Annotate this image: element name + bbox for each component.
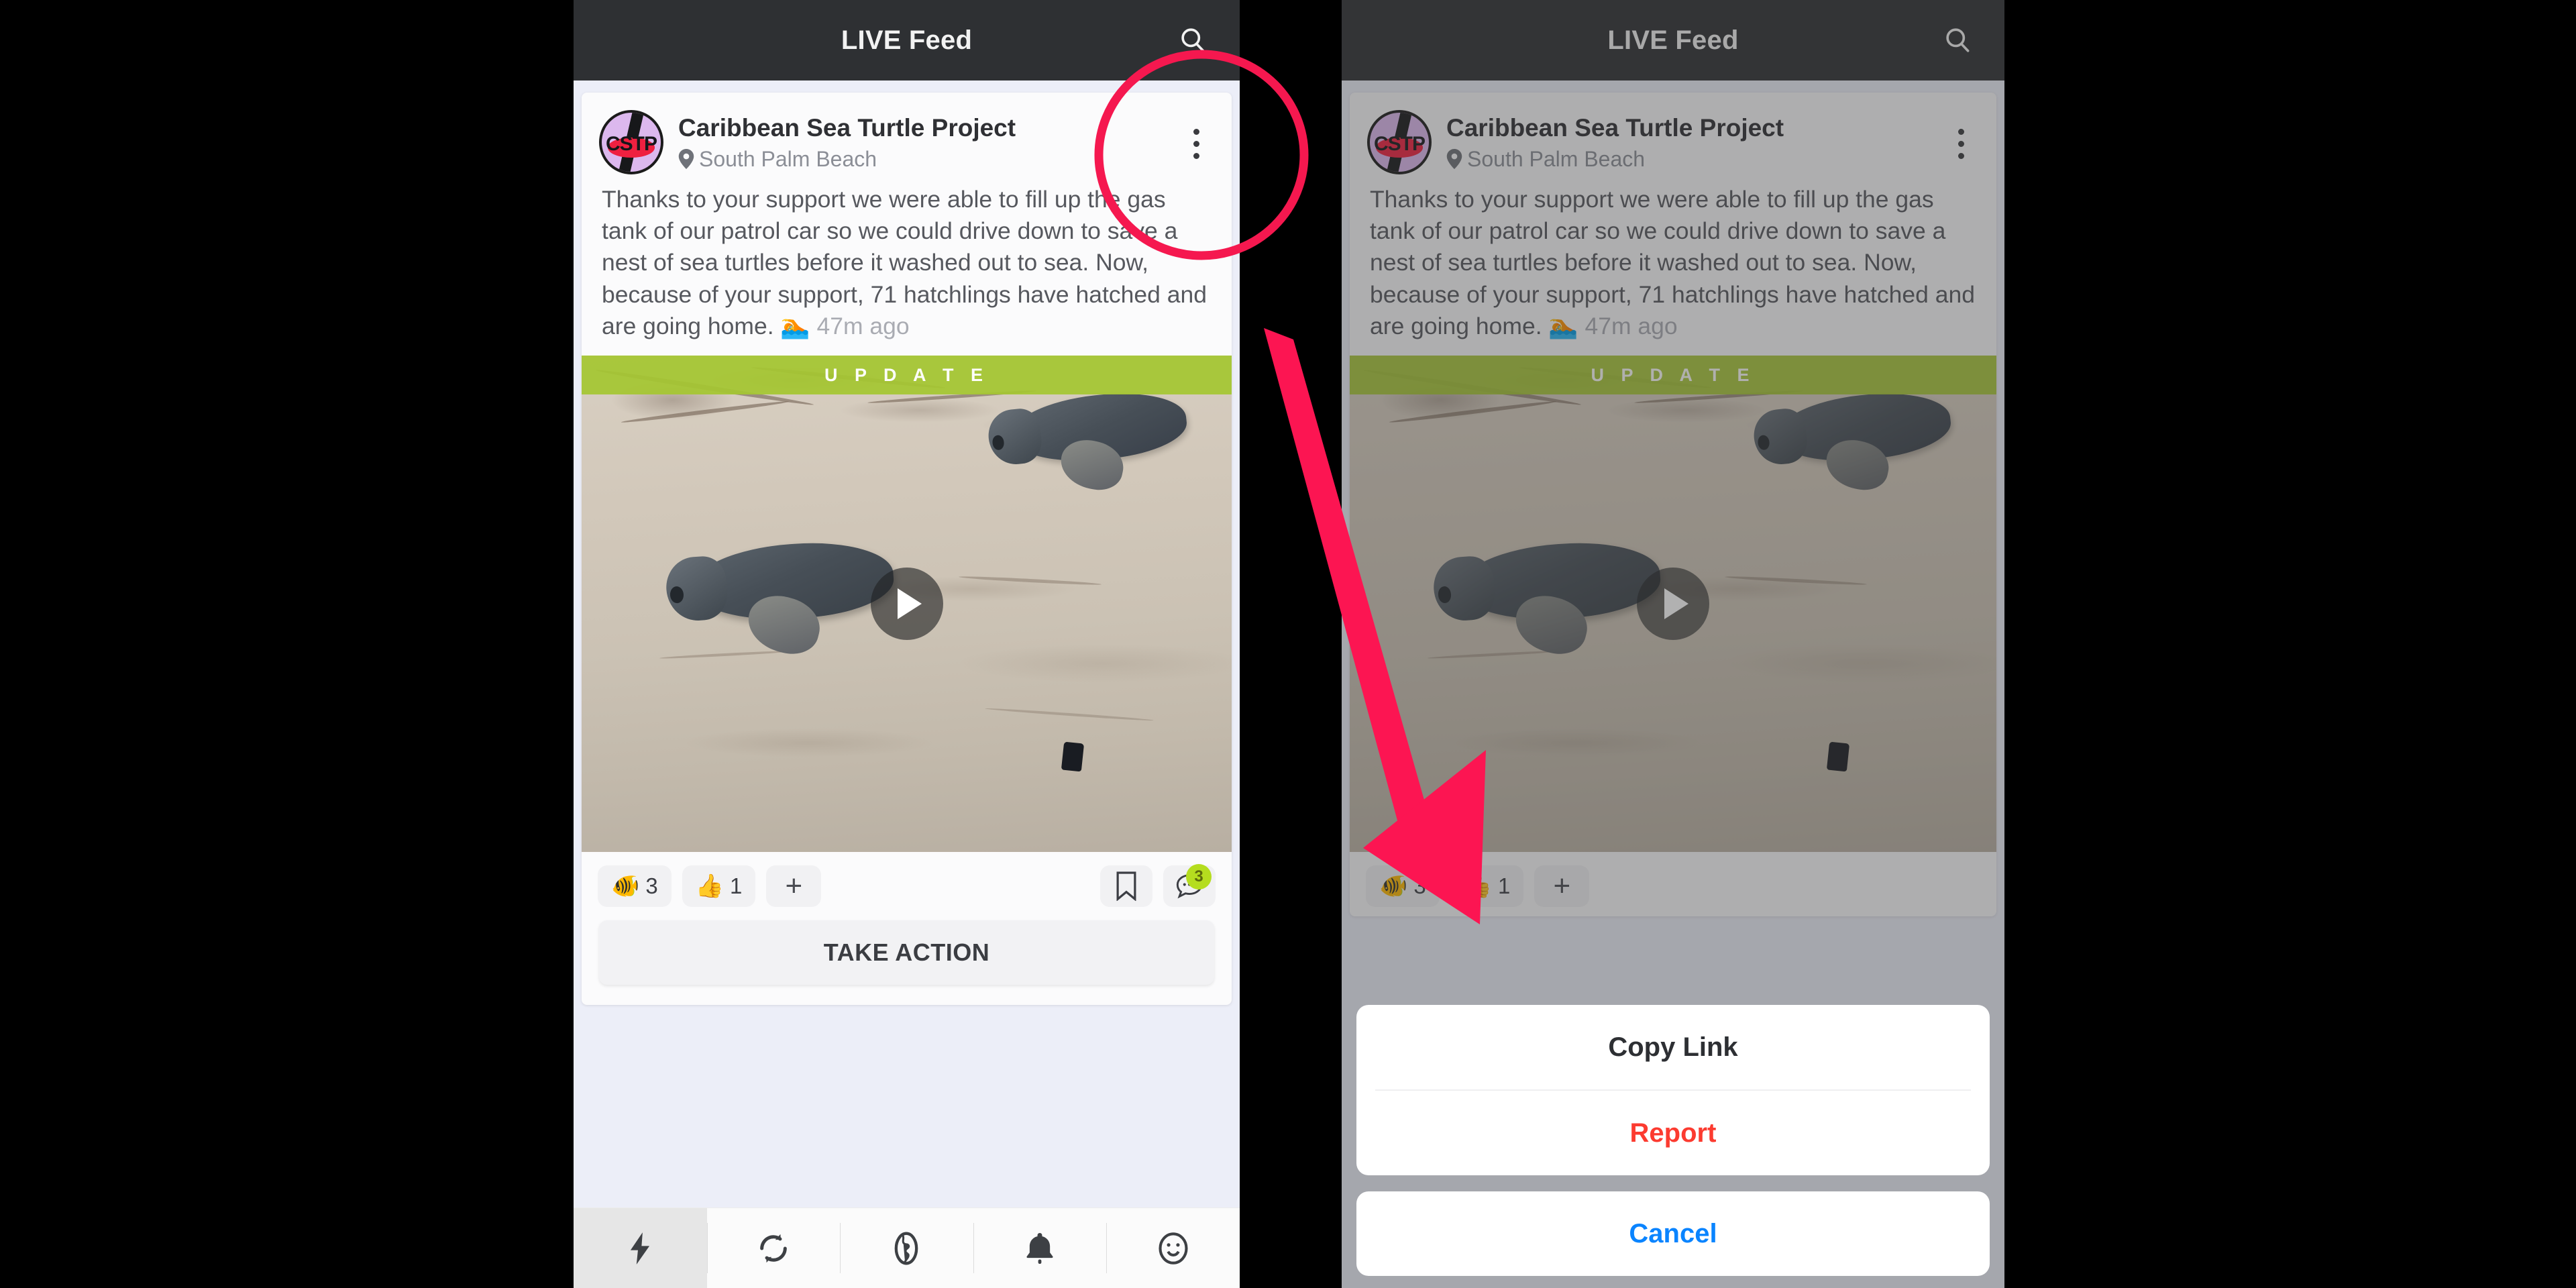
- reaction-bar: 🐠 3 👍 1 + 3: [582, 852, 1232, 916]
- cancel-option[interactable]: Cancel: [1356, 1191, 1990, 1276]
- play-icon[interactable]: [870, 568, 943, 641]
- action-sheet: Copy Link Report Cancel: [1356, 1005, 1990, 1276]
- report-label: Report: [1629, 1118, 1717, 1148]
- nav-profile[interactable]: [1106, 1208, 1240, 1288]
- add-reaction-button[interactable]: +: [766, 865, 822, 908]
- comment-button[interactable]: 3: [1163, 864, 1216, 908]
- phone-screen-before: LIVE Feed CSTP Caribbean Sea Turtle Proj…: [574, 0, 1240, 1288]
- screenshot-stage: LIVE Feed CSTP Caribbean Sea Turtle Proj…: [0, 0, 2576, 1288]
- tropical-fish-reaction[interactable]: 🐠 3: [598, 865, 672, 908]
- phone-screen-after: LIVE Feed CSTP Caribbean Sea Turtle Proj…: [1342, 0, 2004, 1288]
- take-action-button[interactable]: TAKE ACTION: [599, 920, 1214, 985]
- action-sheet-cancel-group: Cancel: [1356, 1191, 1990, 1276]
- tropical-fish-icon: 🐠: [611, 873, 640, 900]
- page-title: LIVE Feed: [841, 25, 973, 55]
- annotation-layer: [1094, 50, 1486, 924]
- lightning-bolt-icon: [631, 1232, 650, 1265]
- post-location: South Palm Beach: [678, 147, 1214, 172]
- post-media[interactable]: U P D A T E: [582, 356, 1232, 853]
- update-banner: U P D A T E: [582, 356, 1232, 395]
- action-sheet-options: Copy Link Report: [1356, 1005, 1990, 1175]
- avatar-monogram: CSTP: [605, 133, 657, 155]
- thumbs-up-reaction[interactable]: 👍 1: [682, 865, 756, 908]
- post-timestamp: 47m ago: [816, 312, 910, 339]
- post-body: Thanks to your support we were able to f…: [582, 181, 1232, 356]
- nav-refresh[interactable]: [706, 1208, 841, 1288]
- post-header: CSTP Caribbean Sea Turtle Project South …: [582, 93, 1232, 181]
- take-action-label: TAKE ACTION: [823, 938, 990, 967]
- thumbs-up-count: 1: [730, 873, 743, 899]
- comment-count-badge: 3: [1186, 864, 1212, 890]
- cancel-label: Cancel: [1629, 1218, 1717, 1248]
- post-identity: Caribbean Sea Turtle Project South Palm …: [678, 110, 1214, 172]
- post-card-left: CSTP Caribbean Sea Turtle Project South …: [582, 93, 1232, 1006]
- refresh-icon: [760, 1234, 787, 1263]
- avatar: CSTP: [599, 110, 663, 174]
- post-menu-button[interactable]: [1181, 122, 1212, 165]
- globe-icon: [895, 1232, 918, 1265]
- post-location-label: South Palm Beach: [699, 146, 877, 171]
- nav-globe[interactable]: [840, 1208, 973, 1288]
- org-name: Caribbean Sea Turtle Project: [678, 114, 1016, 142]
- bookmark-icon: [1116, 871, 1136, 902]
- plus-icon: +: [785, 869, 803, 902]
- copy-link-label: Copy Link: [1608, 1032, 1738, 1062]
- nav-alerts[interactable]: [973, 1208, 1107, 1288]
- map-pin-icon: [678, 149, 694, 170]
- update-banner-label: U P D A T E: [824, 364, 989, 385]
- pebble: [1061, 741, 1085, 772]
- thumbs-up-icon: 👍: [695, 873, 724, 900]
- bell-icon: [1026, 1232, 1053, 1264]
- copy-link-option[interactable]: Copy Link: [1356, 1005, 1990, 1089]
- report-option[interactable]: Report: [1356, 1091, 1990, 1175]
- smiley-face-icon: [1159, 1232, 1188, 1265]
- feed-list-left: CSTP Caribbean Sea Turtle Project South …: [574, 80, 1240, 1288]
- search-icon[interactable]: [1175, 23, 1210, 58]
- bottom-navigation: [574, 1208, 1240, 1288]
- bookmark-button[interactable]: [1100, 865, 1152, 908]
- app-header-left: LIVE Feed: [574, 0, 1240, 80]
- tropical-fish-count: 3: [645, 873, 658, 899]
- nav-live[interactable]: [574, 1208, 707, 1288]
